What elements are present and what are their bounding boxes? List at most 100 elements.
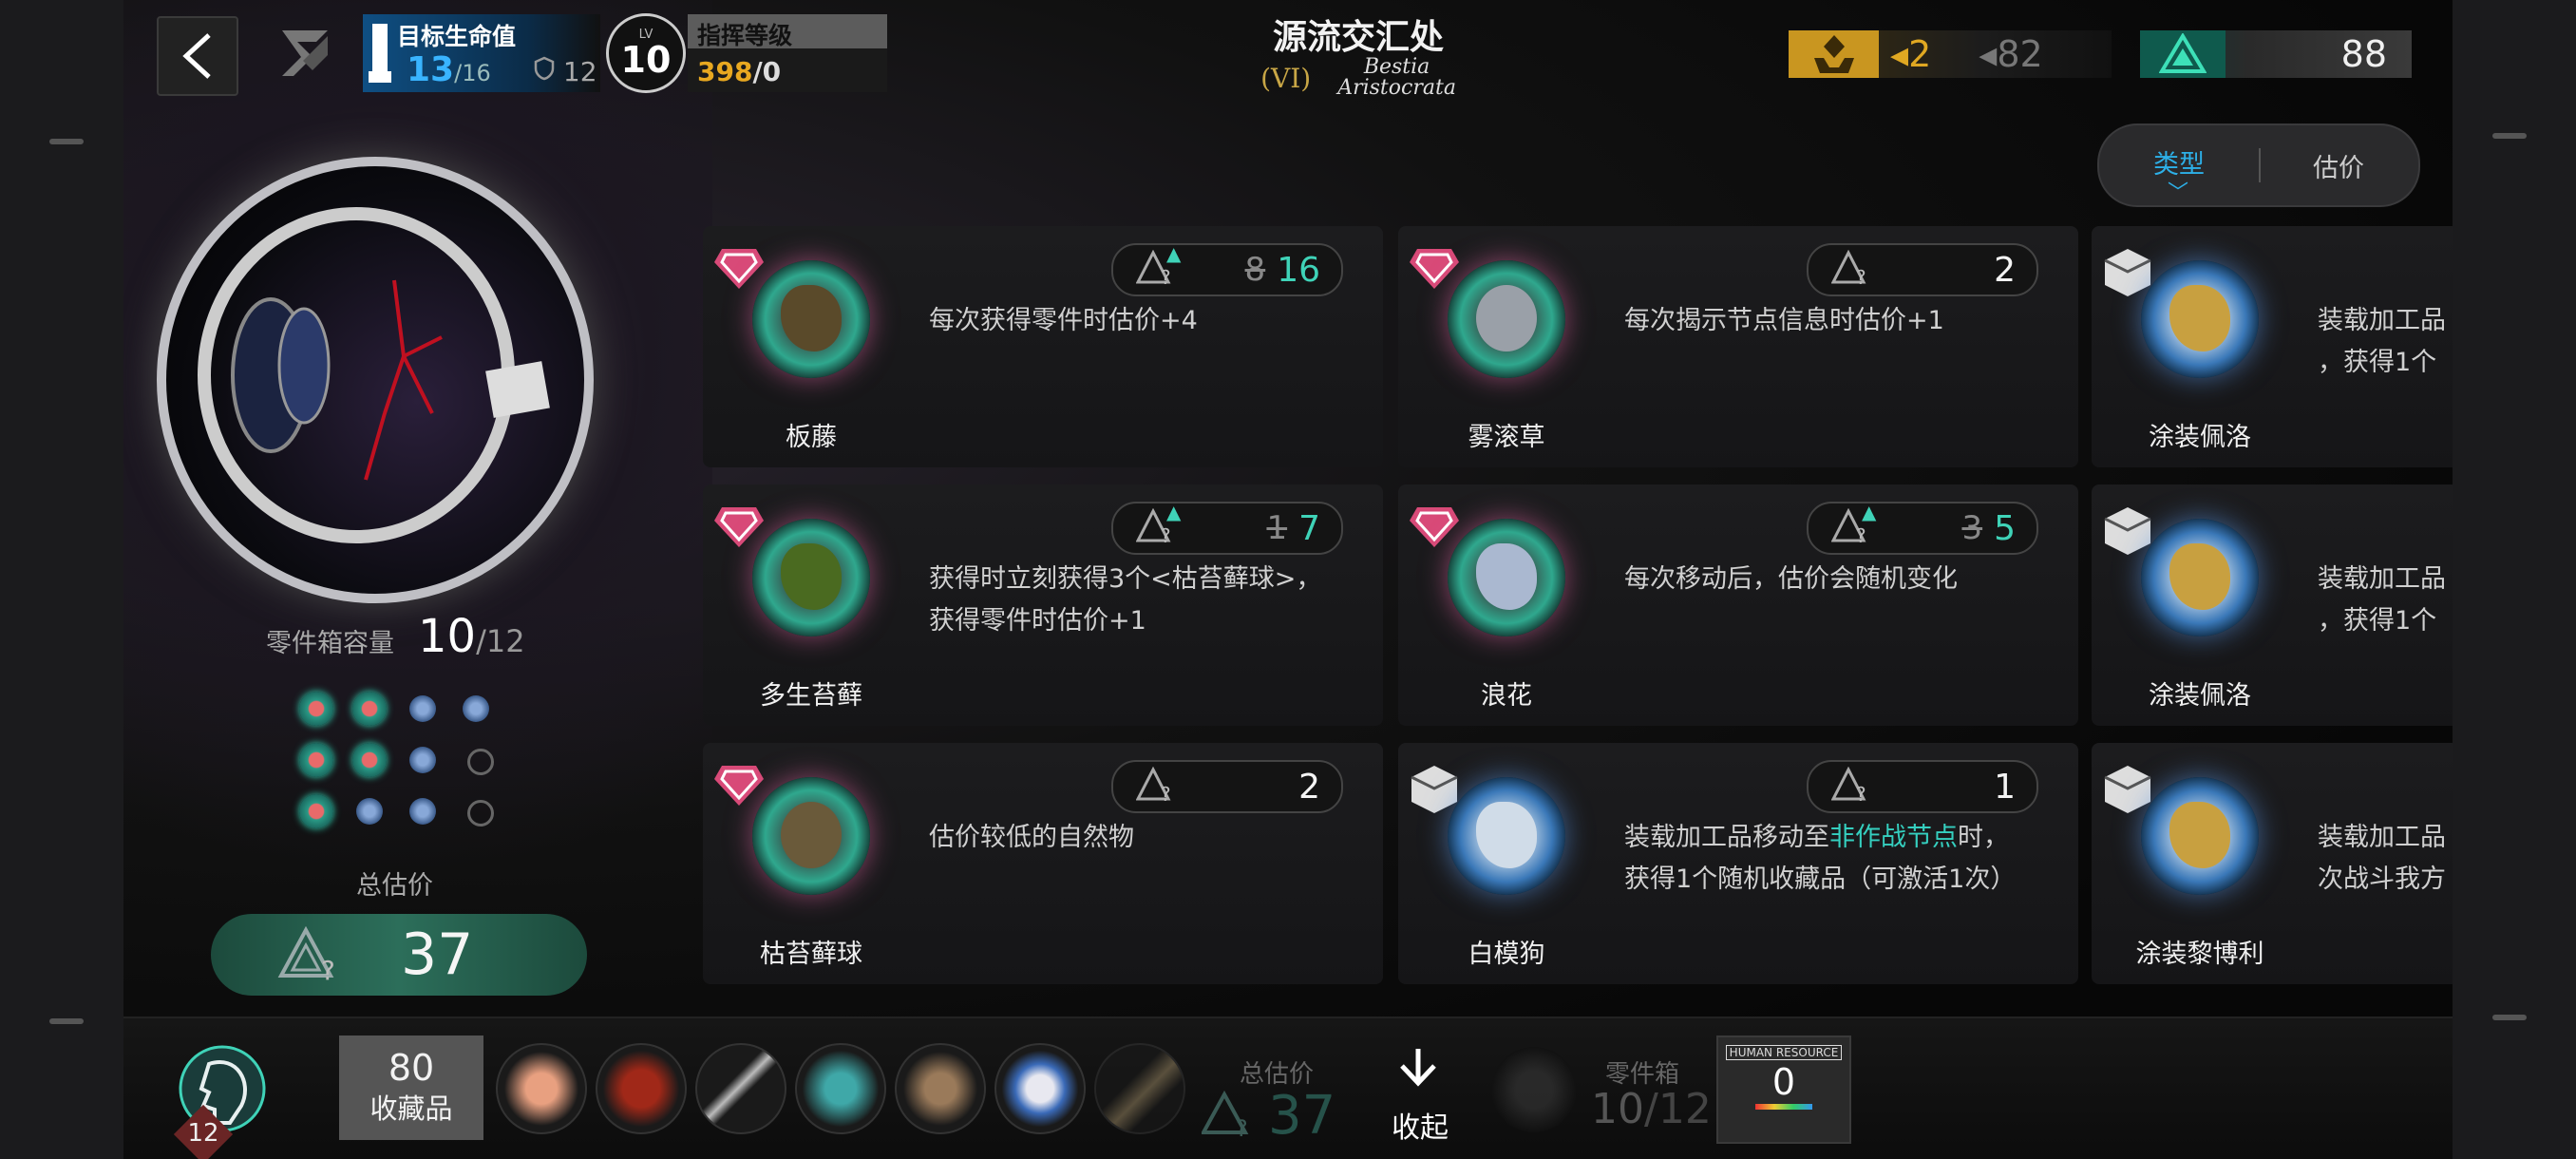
relic-price: ? ▲ 3 5 [1807, 501, 2038, 555]
relic-name: 枯苔藓球 [760, 940, 862, 969]
relic-name: 多生苔藓 [760, 681, 862, 711]
collectible-item[interactable] [496, 1043, 587, 1134]
svg-text:?: ? [1161, 266, 1171, 286]
slot-dot [409, 747, 436, 773]
price-icon: ? ▲ [1135, 501, 1181, 548]
relic-price: ? ▲ 8 16 [1111, 242, 1343, 296]
relic-description: 装载加工品 次战斗我方 [2318, 823, 2446, 894]
triangle-icon [2140, 30, 2226, 78]
svg-text:?: ? [1161, 524, 1171, 544]
relic-description: 每次获得零件时估价+4 [929, 306, 1198, 335]
relic-card[interactable]: 板藤 每次获得零件时估价+4 ? ▲ 8 16 [703, 226, 1383, 467]
relic-name: 雾滚草 [1468, 423, 1545, 452]
price-icon: ? [1135, 766, 1178, 807]
tower-icon [369, 24, 391, 83]
relic-card[interactable]: 浪花 每次移动后，估价会随机变化 ? ▲ 3 5 [1398, 484, 2078, 726]
arrow-up-icon: ▲ [1166, 501, 1182, 523]
avatar-badge-number: 12 [187, 1119, 219, 1148]
hope-resource: 88 [2140, 30, 2412, 78]
slot-dot [352, 692, 387, 726]
relic-description: 装载加工品 ，获得1个 [2318, 564, 2446, 636]
sort-by-price-button[interactable]: 估价 [2261, 147, 2416, 184]
hp-label: 目标生命值 [397, 23, 517, 50]
eye-illustration [198, 207, 550, 543]
bottom-total-value: 37 [1268, 1085, 1336, 1147]
level-badge: LV 10 [606, 13, 686, 93]
relic-card[interactable]: 雾滚草 每次揭示节点信息时估价+1 ? 2 [1398, 226, 2078, 467]
slot-dot [463, 695, 489, 722]
total-price-value: 37 [401, 922, 474, 988]
price-value: 7 [1298, 508, 1320, 548]
relic-card[interactable]: 涂装佩洛 装载加工品 ，获得1个 [2092, 226, 2453, 467]
relic-card[interactable]: 枯苔藓球 估价较低的自然物 ? 2 [703, 743, 1383, 984]
gem-icon [714, 249, 764, 289]
slot-dot [299, 692, 333, 726]
level-value: 10 [620, 38, 672, 81]
relic-card[interactable]: 涂装黎博利 装载加工品 次战斗我方 [2092, 743, 2453, 984]
relic-card[interactable]: 涂装佩洛 装载加工品 ，获得1个 [2092, 484, 2453, 726]
arrow-up-icon: ▲ [1166, 242, 1182, 265]
collectible-item[interactable] [695, 1043, 786, 1134]
price-old: 1 [1266, 509, 1288, 547]
collectible-item[interactable] [795, 1043, 886, 1134]
price-icon: ? [1830, 766, 1873, 807]
slot-dot [409, 798, 436, 825]
gem-icon [714, 507, 764, 547]
price-value: 5 [1994, 508, 2016, 548]
zone-roman: (VI) [1260, 62, 1312, 94]
squad-avatar[interactable]: 12 [161, 1036, 274, 1159]
svg-text:?: ? [321, 955, 335, 983]
svg-text:?: ? [1161, 783, 1171, 803]
chevron-down-icon: ﹀ [2168, 180, 2189, 205]
total-price-panel: ? 37 [211, 914, 587, 996]
price-icon: ? ▲ [1135, 242, 1181, 290]
capacity-label: 零件箱容量 [266, 629, 394, 658]
collectible-item[interactable] [1094, 1043, 1185, 1134]
relic-name: 涂装佩洛 [2149, 423, 2251, 452]
hope-value: 88 [2340, 33, 2387, 75]
command-label: 指挥等级 [697, 22, 793, 49]
relic-image [1448, 777, 1565, 895]
frame-mark [2492, 133, 2527, 139]
relic-box-mini-icon [1491, 1047, 1577, 1132]
svg-text:?: ? [1856, 266, 1866, 286]
sort-by-type-button[interactable]: 类型 ﹀ [2099, 143, 2259, 205]
relic-name: 涂装黎博利 [2135, 940, 2264, 969]
frame-mark [2492, 1015, 2527, 1020]
shield-value: 12 [534, 56, 597, 87]
price-value: 1 [1994, 767, 2016, 807]
total-price-label: 总估价 [356, 871, 433, 901]
price-old: 8 [1244, 251, 1266, 289]
hp-value: 13/16 [407, 50, 491, 89]
game-stage: 目标生命值 13/16 12 LV 10 指挥等级 398/0 源流交汇处 (V… [123, 0, 2453, 1159]
relic-card[interactable]: 多生苔藓 获得时立刻获得3个<枯苔藓球>， 获得零件时估价+1 ? ▲ 1 7 [703, 484, 1383, 726]
right-frame [2451, 0, 2576, 1159]
gold-max: ◂82 [1979, 33, 2043, 75]
cube-icon [1411, 766, 1458, 813]
price-icon: ? [277, 926, 335, 983]
human-resource-button[interactable]: HUMAN RESOURCE 0 [1716, 1036, 1851, 1144]
frame-mark [49, 1018, 84, 1024]
arrow-down-icon [1396, 1045, 1440, 1099]
relic-description: 每次揭示节点信息时估价+1 [1624, 306, 1944, 335]
collectible-item[interactable] [994, 1043, 1086, 1134]
cube-icon [2104, 507, 2151, 555]
ingot-icon [1789, 30, 1879, 78]
relic-image [752, 777, 870, 895]
slot-dot [299, 794, 333, 828]
gem-icon [714, 766, 764, 806]
price-value: 2 [1298, 767, 1320, 807]
relic-card[interactable]: 白模狗 装载加工品移动至非作战节点时， 获得1个随机收藏品（可激活1次） ? 1 [1398, 743, 2078, 984]
price-value: 2 [1994, 250, 2016, 290]
back-button[interactable] [157, 16, 238, 96]
collection-button[interactable]: 80 收藏品 [339, 1036, 483, 1140]
bottom-bar: 12 80 收藏品 总估价 ? 37 收起 零件箱 10/12 HUMAN RE… [123, 1016, 2453, 1159]
collectible-item[interactable] [596, 1043, 687, 1134]
relic-price: ? 2 [1807, 243, 2038, 296]
gem-icon [1410, 507, 1459, 547]
command-value: 398/0 [697, 56, 782, 87]
relic-box-orb[interactable] [157, 157, 594, 603]
collectible-item[interactable] [895, 1043, 986, 1134]
relic-name: 板藤 [786, 423, 837, 452]
gold-resource: ◂2 ◂82 [1789, 30, 2112, 78]
